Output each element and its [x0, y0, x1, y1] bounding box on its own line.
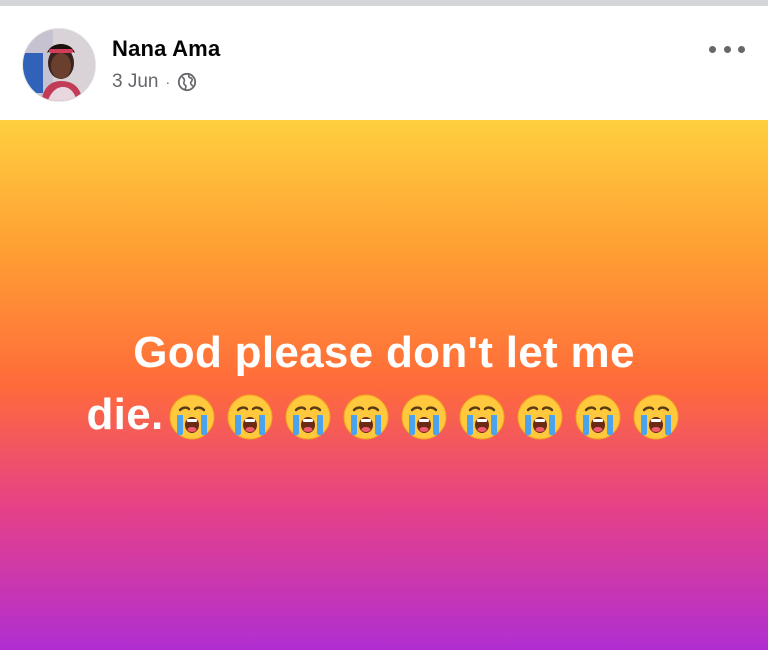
- post-header: Nana Ama 3 Jun ·: [0, 6, 768, 120]
- status-line-1: God please don't let me: [133, 328, 635, 377]
- crying-face-icon: [517, 394, 562, 440]
- crying-face-icon: [285, 394, 330, 440]
- post-date[interactable]: 3 Jun: [112, 71, 158, 93]
- status-text: God please don't let me die.: [40, 322, 728, 446]
- globe-icon[interactable]: [177, 72, 197, 92]
- emoji-row: [166, 391, 682, 443]
- crying-face-icon: [227, 394, 272, 440]
- crying-face-icon: [343, 394, 388, 440]
- more-options-icon: [723, 45, 731, 53]
- profile-photo-icon: [23, 29, 95, 101]
- meta-separator: ·: [165, 74, 171, 90]
- crying-face-icon: [169, 394, 214, 440]
- crying-face-icon: [633, 394, 678, 440]
- more-options-icon: [709, 45, 716, 53]
- author-name[interactable]: Nana Ama: [112, 36, 220, 62]
- status-line-2-text: die.: [86, 390, 164, 439]
- crying-face-icon: [401, 394, 446, 440]
- more-options-button[interactable]: [706, 38, 748, 60]
- post-meta: 3 Jun ·: [112, 70, 197, 94]
- more-options-icon: [738, 45, 745, 53]
- crying-face-icon: [459, 394, 504, 440]
- avatar[interactable]: [22, 28, 96, 102]
- status-line-2: die.: [40, 384, 728, 446]
- crying-face-icon: [575, 394, 620, 440]
